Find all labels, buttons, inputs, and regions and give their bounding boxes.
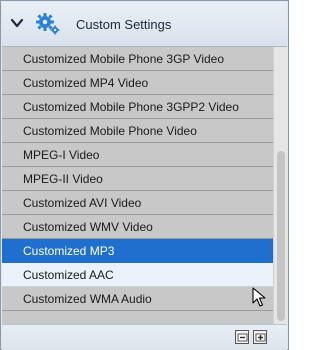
delete-item-icon[interactable] <box>235 330 249 344</box>
list-item[interactable]: Customized Mobile Phone 3GP Video <box>2 47 273 71</box>
scrollbar-thumb[interactable] <box>277 151 285 321</box>
list-item[interactable]: Customized WMV Video <box>2 215 273 239</box>
custom-settings-panel: Custom Settings Customized Mobile Phone … <box>0 0 289 350</box>
list-item[interactable]: Customized MP4 Video <box>2 71 273 95</box>
panel-title: Custom Settings <box>76 17 172 32</box>
list-item[interactable]: Customized Mobile Phone 3GPP2 Video <box>2 95 273 119</box>
list-item[interactable]: Customized AVI Video <box>2 191 273 215</box>
custom-settings-list[interactable]: Customized Mobile Phone 3GP Video Customi… <box>2 47 273 324</box>
chevron-down-icon[interactable] <box>10 16 24 30</box>
add-item-icon[interactable] <box>253 330 267 344</box>
list-item[interactable]: Customized MP3 <box>2 239 273 263</box>
vertical-scrollbar[interactable] <box>273 47 288 324</box>
mouse-cursor-icon <box>252 287 266 307</box>
list-item[interactable]: Customized WMA Audio <box>2 287 273 311</box>
list-item[interactable]: Customized Mobile Phone Video <box>2 119 273 143</box>
panel-footer <box>2 324 287 350</box>
list-item[interactable]: Customized AAC <box>2 263 273 287</box>
list-item[interactable]: MPEG-II Video <box>2 167 273 191</box>
gear-icon <box>36 13 60 35</box>
panel-header[interactable]: Custom Settings <box>2 2 287 47</box>
list-item[interactable]: MPEG-I Video <box>2 143 273 167</box>
